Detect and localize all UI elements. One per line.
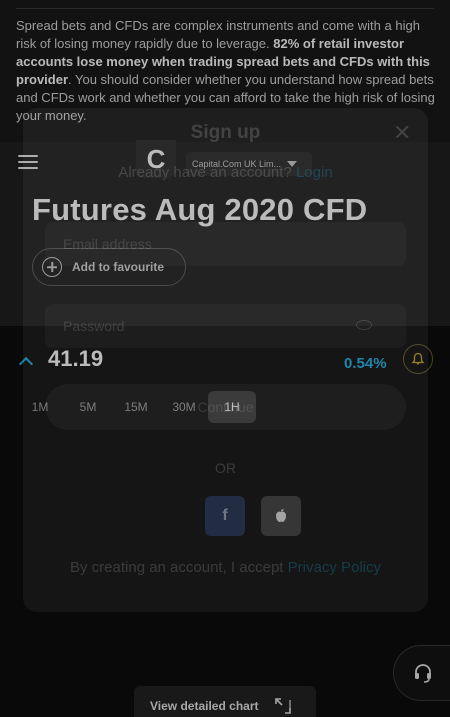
apple-icon	[276, 509, 286, 522]
facebook-login-button[interactable]: f	[205, 496, 245, 536]
eye-icon[interactable]	[356, 320, 372, 330]
apple-login-button[interactable]	[261, 496, 301, 536]
continue-label: Continue	[197, 399, 254, 415]
or-divider: OR	[215, 460, 236, 476]
facebook-icon: f	[222, 507, 228, 524]
email-placeholder: Email address	[63, 236, 152, 252]
continue-button[interactable]: Continue	[45, 384, 406, 430]
terms-text: By creating an account, I accept Privacy…	[23, 559, 428, 576]
have-account-label: Already have an account?	[118, 164, 292, 181]
password-field[interactable]: Password	[45, 304, 406, 348]
modal-title: Sign up	[190, 122, 261, 143]
password-placeholder: Password	[63, 318, 125, 334]
close-icon[interactable]: ✕	[393, 120, 411, 146]
terms-label: By creating an account, I accept	[70, 559, 284, 576]
email-field[interactable]: Email address	[45, 222, 406, 266]
login-link[interactable]: Login	[296, 164, 333, 181]
sign-up-modal: Sign up ✕ Already have an account? Login…	[23, 108, 428, 612]
have-account-text: Already have an account? Login	[23, 164, 428, 181]
privacy-policy-link[interactable]: Privacy Policy	[288, 559, 381, 576]
